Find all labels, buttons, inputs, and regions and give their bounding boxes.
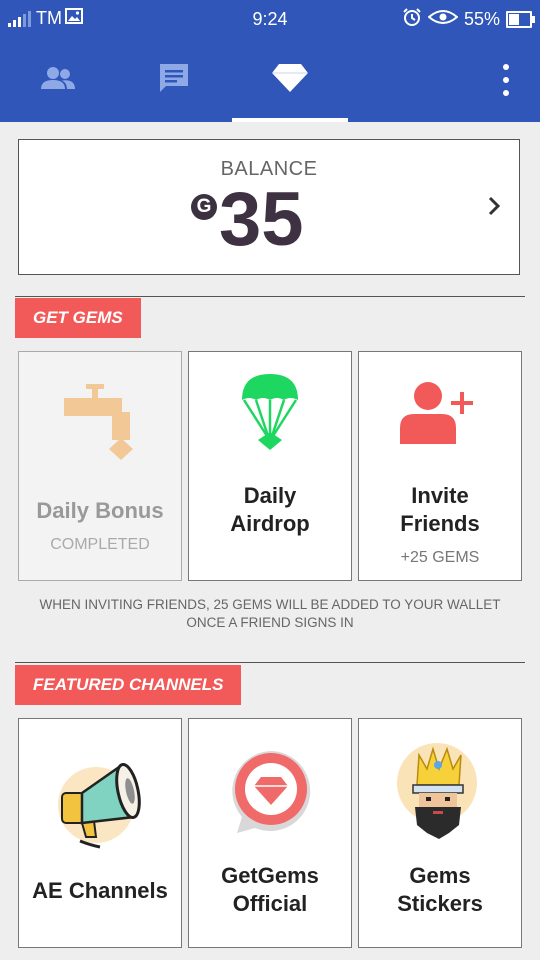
gems-stickers-tile[interactable]: Gems Stickers: [358, 718, 522, 948]
parachute-gem-icon: [189, 372, 351, 452]
megaphone-icon: [19, 755, 181, 851]
tab-chats[interactable]: [116, 38, 232, 122]
eye-icon: [427, 9, 459, 30]
tile-reward: +25 GEMS: [400, 549, 480, 566]
tile-title-line2: Friends: [400, 511, 480, 536]
featured-channels-label: FEATURED CHANNELS: [15, 665, 242, 705]
invite-info-note: WHEN INVITING FRIENDS, 25 GEMS WILL BE A…: [18, 596, 522, 632]
tab-bar: [0, 38, 540, 122]
tile-title-line2: Official: [232, 891, 308, 916]
people-icon: [40, 65, 76, 96]
active-tab-indicator: [232, 118, 348, 122]
tile-title-line2: Stickers: [397, 891, 483, 916]
battery-fill: [509, 14, 519, 25]
getgems-official-tile[interactable]: GetGems Official: [188, 718, 352, 948]
king-sticker-icon: [359, 741, 521, 841]
gem-currency-icon: G: [191, 194, 217, 220]
ae-channels-tile[interactable]: AE Channels: [18, 718, 182, 948]
note-line2: ONCE A FRIEND SIGNS IN: [186, 615, 354, 630]
tile-title-line1: Invite: [411, 483, 469, 508]
balance-value: 35: [219, 177, 304, 262]
add-user-icon: [359, 380, 521, 446]
chat-icon: [158, 62, 190, 99]
tile-status: COMPLETED: [50, 536, 150, 553]
battery-percent: 55%: [463, 9, 500, 29]
alarm-icon: [402, 7, 422, 32]
chevron-right-icon: [487, 196, 501, 221]
section-divider: [15, 662, 525, 663]
battery-icon: [506, 11, 535, 28]
tile-title: AE Channels: [32, 878, 168, 903]
tab-contacts[interactable]: [0, 38, 116, 122]
tile-title: Daily Bonus: [36, 498, 164, 523]
diamond-icon: [271, 63, 309, 98]
daily-airdrop-tile[interactable]: Daily Airdrop: [188, 351, 352, 581]
status-bar: TM 9:24 55%: [0, 0, 540, 38]
getgems-logo-icon: [189, 747, 351, 837]
tile-title-line1: Daily: [243, 483, 297, 508]
faucet-icon: [19, 382, 181, 468]
section-divider: [15, 296, 525, 297]
balance-card[interactable]: BALANCE G 35: [18, 139, 520, 275]
tile-title-line1: Gems: [409, 863, 471, 888]
invite-friends-tile[interactable]: Invite Friends +25 GEMS: [358, 351, 522, 581]
tab-gems[interactable]: [232, 38, 348, 122]
status-right: 55%: [402, 7, 535, 32]
overflow-menu-icon[interactable]: [498, 64, 514, 96]
note-line1: WHEN INVITING FRIENDS, 25 GEMS WILL BE A…: [39, 597, 501, 612]
daily-bonus-tile[interactable]: Daily Bonus COMPLETED: [18, 351, 182, 581]
get-gems-label: GET GEMS: [15, 298, 141, 338]
tile-title-line1: GetGems: [221, 863, 319, 888]
tile-title-line2: Airdrop: [230, 511, 310, 536]
